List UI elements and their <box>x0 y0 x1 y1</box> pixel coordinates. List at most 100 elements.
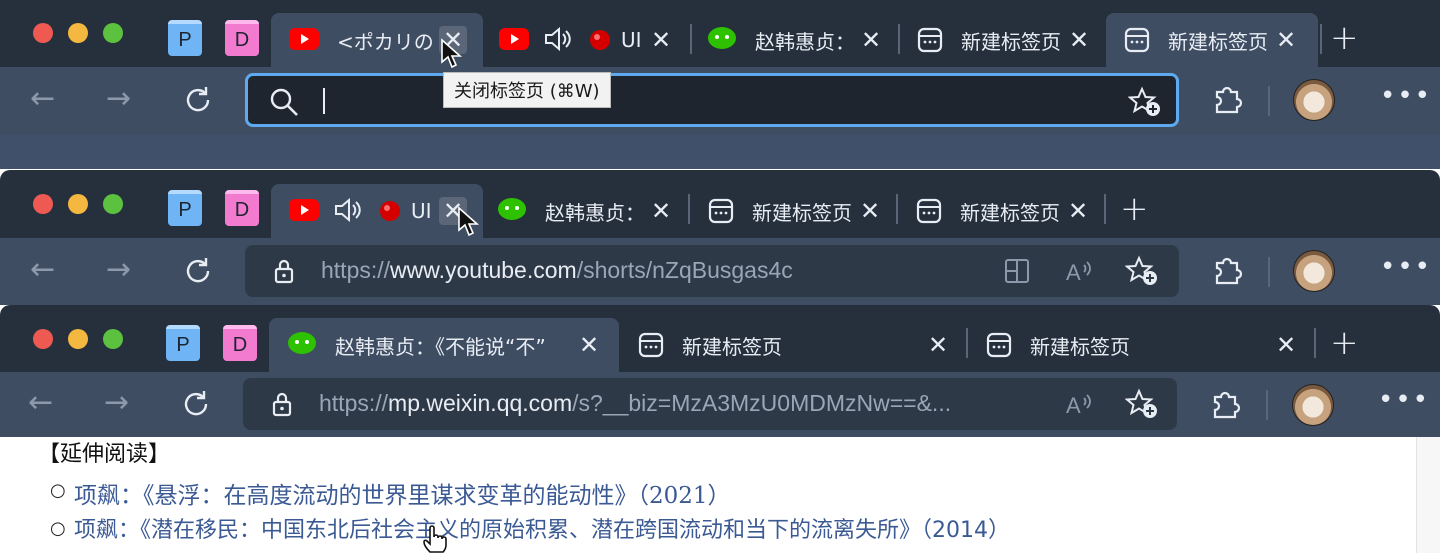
recording-icon <box>590 30 610 50</box>
text-caret <box>323 88 325 114</box>
minimize-window-button[interactable] <box>68 23 88 43</box>
back-button[interactable]: ← <box>30 252 55 287</box>
arrow-cursor-icon <box>441 38 463 69</box>
tab-title: 新建标签页 <box>1168 29 1268 54</box>
forward-button[interactable]: → <box>106 81 131 116</box>
svg-text:A: A <box>1066 393 1081 418</box>
maximize-window-button[interactable] <box>103 329 123 349</box>
wechat-icon <box>498 198 526 220</box>
refresh-icon[interactable] <box>182 255 214 287</box>
tab-title: 赵韩惠贞：《不能说“不” <box>335 334 546 359</box>
newtab-icon <box>986 332 1012 358</box>
recording-icon <box>380 201 400 221</box>
tab-divider <box>966 328 968 358</box>
address-bar[interactable]: https://www.youtube.com/shorts/nZqBusgas… <box>245 245 1179 297</box>
forward-button[interactable]: → <box>106 252 131 287</box>
close-tab-icon[interactable]: ✕ <box>647 197 675 225</box>
back-button[interactable]: ← <box>30 81 55 116</box>
pinned-tab-d[interactable]: D <box>225 20 259 56</box>
new-tab-button[interactable]: + <box>1330 326 1359 360</box>
window1-toolbar: ← → ••• <box>0 67 1440 135</box>
tab-divider <box>1320 24 1322 54</box>
tab-youtube-2[interactable]: UI ✕ <box>485 13 685 67</box>
more-menu-button[interactable]: ••• <box>1378 385 1430 415</box>
read-aloud-icon[interactable]: A <box>1065 390 1095 418</box>
vertical-scrollbar[interactable] <box>1416 437 1440 553</box>
tab-divider <box>690 24 692 54</box>
close-tab-icon[interactable]: ✕ <box>647 26 675 54</box>
minimize-window-button[interactable] <box>68 194 88 214</box>
profile-avatar[interactable] <box>1293 250 1335 292</box>
tab-title: 新建标签页 <box>1030 334 1130 359</box>
refresh-icon[interactable] <box>180 388 212 420</box>
close-tab-icon[interactable]: ✕ <box>1065 26 1093 54</box>
pinned-tab-p[interactable]: P <box>168 20 202 56</box>
reading-link[interactable]: 项飙：《悬浮：在高度流动的世界里谋求变革的能动性》（2021） <box>74 476 731 510</box>
close-tab-icon[interactable]: ✕ <box>1064 197 1092 225</box>
tab-youtube-audio[interactable]: UI ✕ <box>271 184 483 238</box>
close-window-button[interactable] <box>33 329 53 349</box>
split-screen-icon[interactable] <box>1003 257 1031 285</box>
refresh-icon[interactable] <box>182 84 214 116</box>
tab-newtab-1[interactable]: 新建标签页 ✕ <box>903 13 1103 67</box>
tab-title: 新建标签页 <box>960 200 1060 225</box>
lock-icon[interactable] <box>273 258 295 284</box>
close-tab-icon[interactable]: ✕ <box>575 331 603 359</box>
profile-avatar[interactable] <box>1293 79 1335 121</box>
new-tab-button[interactable]: + <box>1330 21 1359 55</box>
read-aloud-icon[interactable]: A <box>1065 257 1095 285</box>
more-menu-button[interactable]: ••• <box>1380 252 1432 282</box>
newtab-icon <box>638 332 664 358</box>
new-tab-button[interactable]: + <box>1120 192 1149 226</box>
add-favorite-icon[interactable] <box>1128 86 1162 118</box>
pinned-tab-d[interactable]: D <box>225 190 259 226</box>
omnibox[interactable] <box>245 73 1179 127</box>
hand-cursor-icon <box>423 525 447 553</box>
add-favorite-icon[interactable] <box>1125 255 1159 287</box>
reading-link[interactable]: 项飙：《潜在移民：中国东北后社会主义的原始积累、潜在跨国流动和当下的流离失所》（… <box>74 512 1010 544</box>
newtab-icon <box>917 27 943 53</box>
tab-title: 赵韩惠贞： <box>755 29 853 54</box>
pinned-tab-d[interactable]: D <box>223 325 257 361</box>
address-bar[interactable]: https://mp.weixin.qq.com/s?__biz=MzA3MzU… <box>243 378 1177 430</box>
tab-wechat[interactable]: 赵韩惠贞：《不能说“不” ✕ <box>269 318 619 372</box>
tab-title: 新建标签页 <box>752 200 852 225</box>
bullet-icon: ○ <box>50 518 66 539</box>
lock-icon[interactable] <box>271 391 293 417</box>
more-menu-button[interactable]: ••• <box>1380 81 1432 111</box>
close-tab-icon[interactable]: ✕ <box>924 331 952 359</box>
pinned-tab-p[interactable]: P <box>166 325 200 361</box>
extensions-icon[interactable] <box>1208 387 1242 421</box>
forward-button[interactable]: → <box>104 385 129 420</box>
minimize-window-button[interactable] <box>68 329 88 349</box>
speaker-icon[interactable] <box>333 196 363 224</box>
speaker-icon[interactable] <box>543 25 573 53</box>
tab-newtab-1[interactable]: 新建标签页 ✕ <box>624 318 962 372</box>
close-tab-icon[interactable]: ✕ <box>1272 26 1300 54</box>
close-tab-icon[interactable]: ✕ <box>856 197 884 225</box>
tab-newtab-1[interactable]: 新建标签页 ✕ <box>694 184 894 238</box>
window-gap <box>0 135 1440 169</box>
tab-wechat[interactable]: 赵韩惠贞： ✕ <box>695 13 895 67</box>
maximize-window-button[interactable] <box>103 23 123 43</box>
tab-title: 新建标签页 <box>961 29 1061 54</box>
add-favorite-icon[interactable] <box>1125 388 1159 420</box>
close-window-button[interactable] <box>33 194 53 214</box>
tab-newtab-2[interactable]: 新建标签页 ✕ <box>902 184 1102 238</box>
back-button[interactable]: ← <box>28 385 53 420</box>
close-tab-icon[interactable]: ✕ <box>1272 331 1300 359</box>
tab-divider <box>1314 328 1316 358</box>
maximize-window-button[interactable] <box>103 194 123 214</box>
tab-title: <ポカリの <box>337 29 433 54</box>
newtab-icon <box>916 198 942 224</box>
tab-newtab-2[interactable]: 新建标签页 ✕ <box>972 318 1310 372</box>
extensions-icon[interactable] <box>1210 82 1244 116</box>
tab-newtab-2[interactable]: 新建标签页 ✕ <box>1106 13 1318 67</box>
close-window-button[interactable] <box>33 23 53 43</box>
tab-wechat[interactable]: 赵韩惠贞： ✕ <box>485 184 685 238</box>
window3-toolbar: ← → https://mp.weixin.qq.com/s?__biz=MzA… <box>0 372 1440 437</box>
pinned-tab-p[interactable]: P <box>168 190 202 226</box>
extensions-icon[interactable] <box>1210 253 1244 287</box>
close-tab-icon[interactable]: ✕ <box>857 26 885 54</box>
profile-avatar[interactable] <box>1292 384 1334 426</box>
